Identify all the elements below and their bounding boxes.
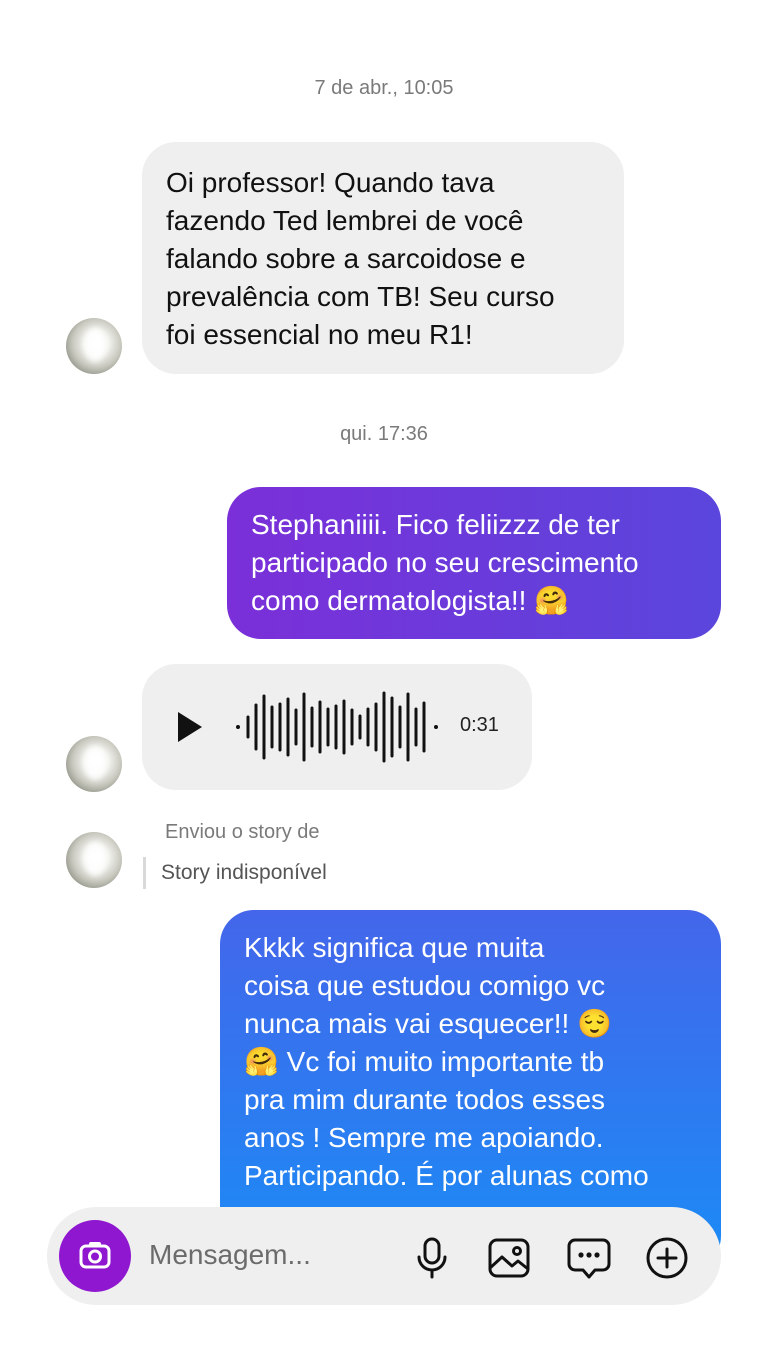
add-circle-icon[interactable]	[643, 1234, 691, 1282]
audio-message[interactable]: 0:31	[142, 664, 532, 790]
sticker-chat-icon[interactable]	[565, 1234, 613, 1282]
avatar[interactable]	[66, 832, 122, 888]
timestamp-first: 7 de abr., 10:05	[314, 77, 454, 99]
story-unavailable[interactable]: Story indisponível	[161, 861, 327, 885]
message-text: Stephaniiii. Fico feliizzz de ter partic…	[251, 509, 639, 616]
message-composer	[47, 1207, 721, 1305]
camera-button[interactable]	[59, 1220, 131, 1292]
message-incoming-1[interactable]: Oi professor! Quando tava fazendo Ted le…	[142, 142, 624, 374]
camera-icon	[79, 1242, 111, 1269]
audio-duration: 0:31	[460, 714, 499, 736]
story-reply-label: Enviou o story de	[165, 821, 320, 843]
avatar[interactable]	[66, 736, 122, 792]
microphone-icon[interactable]	[408, 1234, 456, 1282]
message-text: Oi professor! Quando tava fazendo Ted le…	[166, 167, 555, 350]
message-text: Kkkk significa que muita coisa que estud…	[244, 932, 649, 1191]
message-outgoing-1[interactable]: Stephaniiii. Fico feliizzz de ter partic…	[227, 487, 721, 639]
waveform[interactable]	[234, 680, 454, 774]
message-input[interactable]	[149, 1239, 389, 1271]
gallery-icon[interactable]	[485, 1234, 533, 1282]
play-icon[interactable]	[178, 712, 202, 742]
avatar[interactable]	[66, 318, 122, 374]
story-quote-bar	[143, 857, 146, 889]
timestamp-second: qui. 17:36	[340, 423, 428, 445]
